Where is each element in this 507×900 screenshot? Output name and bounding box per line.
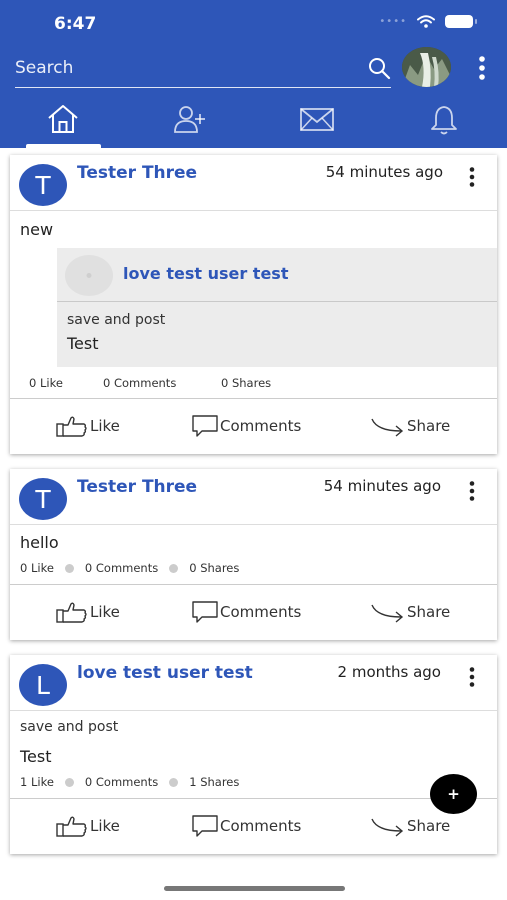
post-header: T Tester Three 54 minutes ago [10, 155, 497, 211]
post-text: new [20, 220, 54, 239]
share-label: Share [407, 817, 451, 835]
like-button[interactable]: Like [56, 415, 120, 437]
tab-friends[interactable] [127, 98, 254, 148]
author-avatar[interactable]: T [19, 164, 67, 206]
bell-icon [430, 106, 457, 135]
comment-icon [192, 815, 218, 837]
search-placeholder: Search [15, 58, 74, 78]
tab-home[interactable] [0, 98, 127, 148]
post-text: Test [20, 747, 52, 766]
comment-count[interactable]: 0 Comments [85, 775, 158, 789]
mail-icon [299, 108, 334, 131]
like-label: Like [90, 603, 120, 621]
tab-messages[interactable] [254, 98, 381, 148]
share-label: Share [407, 417, 451, 435]
profile-photo-icon [402, 47, 451, 87]
more-vertical-icon[interactable] [469, 667, 475, 687]
like-count[interactable]: 0 Like [20, 561, 54, 575]
share-arrow-icon [371, 418, 404, 437]
separator-dot [64, 777, 74, 787]
search-input[interactable]: Search [15, 54, 391, 88]
comment-count[interactable]: 0 Comments [103, 376, 176, 390]
comments-label: Comments [220, 603, 302, 621]
add-friend-icon [174, 106, 206, 133]
post-header: L love test user test 2 months ago [10, 655, 497, 711]
post-text: hello [20, 533, 59, 552]
status-time: 6:47 [54, 14, 97, 34]
separator-dot [64, 563, 74, 573]
comments-button[interactable]: Comments [192, 601, 301, 623]
like-button[interactable]: Like [56, 815, 120, 837]
tab-notifications[interactable] [380, 98, 507, 148]
author-name[interactable]: Tester Three [77, 163, 197, 183]
share-count[interactable]: 0 Shares [221, 376, 271, 390]
separator-dot [169, 777, 179, 787]
post-stats: 1 Like 0 Comments 1 Shares [10, 775, 239, 789]
post-actions: Like Comments Share [10, 798, 497, 852]
battery-icon [445, 15, 477, 28]
image-placeholder-icon [86, 273, 92, 278]
share-button[interactable]: Share [371, 815, 450, 837]
comments-button[interactable]: Comments [192, 815, 301, 837]
create-post-button[interactable]: + [430, 774, 477, 814]
share-button[interactable]: Share [371, 415, 450, 437]
status-icons: •••• [379, 15, 477, 28]
post-stats: 0 Like 0 Comments 0 Shares [10, 561, 239, 575]
post-time: 54 minutes ago [325, 163, 443, 181]
like-count[interactable]: 0 Like [29, 376, 63, 390]
like-label: Like [90, 417, 120, 435]
app-header: 6:47 •••• Search [0, 0, 507, 148]
post-card: T Tester Three 54 minutes ago hello 0 Li… [10, 469, 497, 640]
post-card: T Tester Three 54 minutes ago new love t… [10, 155, 497, 454]
thumbs-up-icon [56, 816, 87, 837]
share-label: Share [407, 603, 451, 621]
comments-button[interactable]: Comments [192, 415, 301, 437]
share-button[interactable]: Share [371, 601, 450, 623]
post-actions: Like Comments Share [10, 584, 497, 638]
tab-bar [0, 98, 507, 148]
post-caption: save and post [20, 719, 119, 735]
comment-icon [192, 415, 218, 437]
post-actions: Like Comments Share [10, 398, 497, 452]
comment-count[interactable]: 0 Comments [85, 561, 158, 575]
author-name[interactable]: Tester Three [77, 477, 197, 497]
shared-post-header: love test user test [57, 248, 497, 302]
post-time: 54 minutes ago [323, 477, 441, 495]
more-vertical-icon[interactable] [469, 481, 475, 501]
comments-label: Comments [220, 417, 302, 435]
profile-avatar[interactable] [402, 47, 451, 87]
shared-post[interactable]: love test user test save and post Test [57, 248, 497, 367]
comments-label: Comments [220, 817, 302, 835]
thumbs-up-icon [56, 416, 87, 437]
post-time: 2 months ago [337, 663, 441, 681]
home-indicator[interactable] [164, 886, 345, 891]
share-arrow-icon [371, 604, 404, 623]
shared-text: Test [67, 334, 99, 353]
post-header: T Tester Three 54 minutes ago [10, 469, 497, 525]
shared-author-name[interactable]: love test user test [123, 264, 288, 283]
signal-icon: •••• [379, 16, 407, 27]
search-icon[interactable] [367, 56, 391, 80]
wifi-icon [417, 15, 435, 28]
shared-caption: save and post [67, 312, 166, 328]
thumbs-up-icon [56, 602, 87, 623]
separator-dot [169, 563, 179, 573]
post-card: L love test user test 2 months ago save … [10, 655, 497, 854]
more-vertical-icon[interactable] [469, 167, 475, 187]
share-arrow-icon [371, 818, 404, 837]
home-icon [48, 105, 79, 133]
like-label: Like [90, 817, 120, 835]
like-count[interactable]: 1 Like [20, 775, 54, 789]
author-avatar[interactable]: L [19, 664, 67, 706]
share-count[interactable]: 1 Shares [189, 775, 239, 789]
share-count[interactable]: 0 Shares [189, 561, 239, 575]
author-name[interactable]: love test user test [77, 663, 253, 683]
like-button[interactable]: Like [56, 601, 120, 623]
author-avatar[interactable]: T [19, 478, 67, 520]
more-vertical-icon[interactable] [478, 56, 486, 80]
shared-author-avatar [65, 255, 113, 296]
comment-icon [192, 601, 218, 623]
